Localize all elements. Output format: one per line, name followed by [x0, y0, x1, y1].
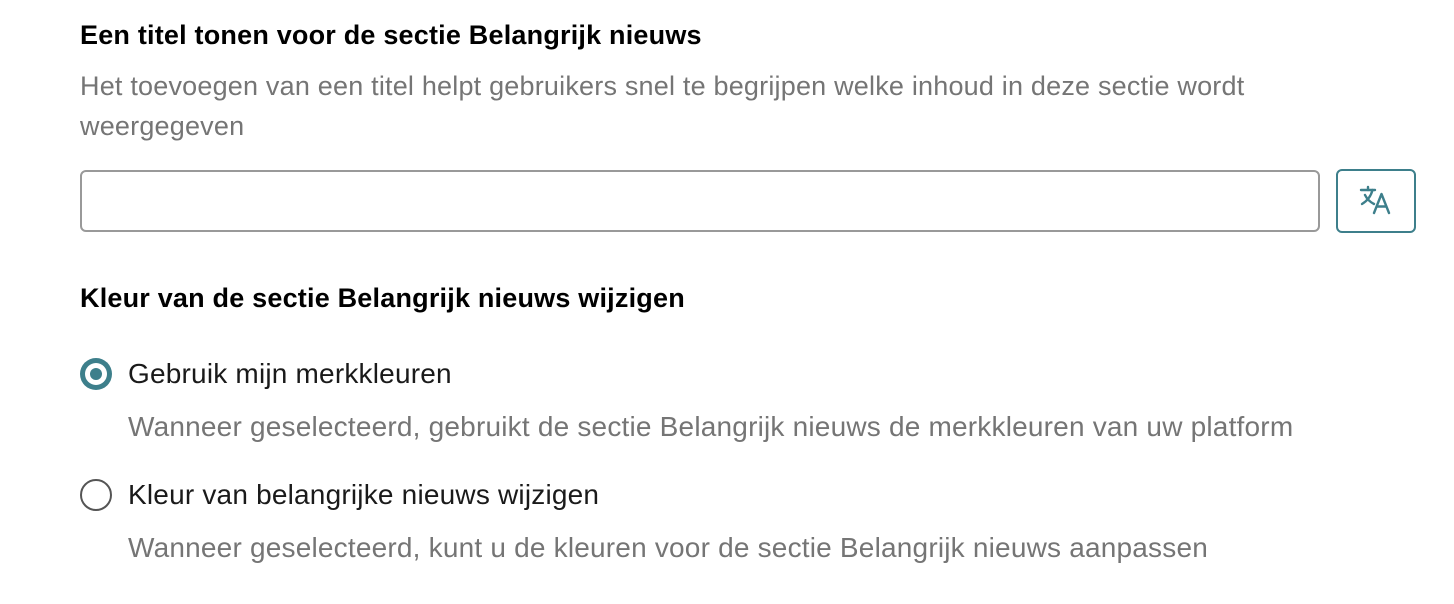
title-section-heading: Een titel tonen voor de sectie Belangrij…: [80, 20, 702, 50]
section-title-input[interactable]: [80, 170, 1320, 232]
radio-option-help: Wanneer geselecteerd, kunt u de kleuren …: [128, 532, 1209, 563]
translate-icon: [1359, 184, 1393, 219]
title-section-description: Het toevoegen van een titel helpt gebrui…: [80, 71, 1245, 141]
radio-unchecked-icon[interactable]: [80, 479, 112, 511]
translate-button[interactable]: [1336, 169, 1416, 233]
radio-option-custom-colors[interactable]: Kleur van belangrijke nieuws wijzigen: [80, 479, 599, 511]
radio-option-brand-colors[interactable]: Gebruik mijn merkkleuren: [80, 358, 452, 390]
color-section-heading: Kleur van de sectie Belangrijk nieuws wi…: [80, 283, 685, 313]
radio-option-label: Gebruik mijn merkkleuren: [128, 358, 452, 389]
radio-option-help: Wanneer geselecteerd, gebruikt de sectie…: [128, 411, 1294, 442]
radio-option-label: Kleur van belangrijke nieuws wijzigen: [128, 479, 600, 510]
radio-checked-icon[interactable]: [80, 358, 112, 390]
